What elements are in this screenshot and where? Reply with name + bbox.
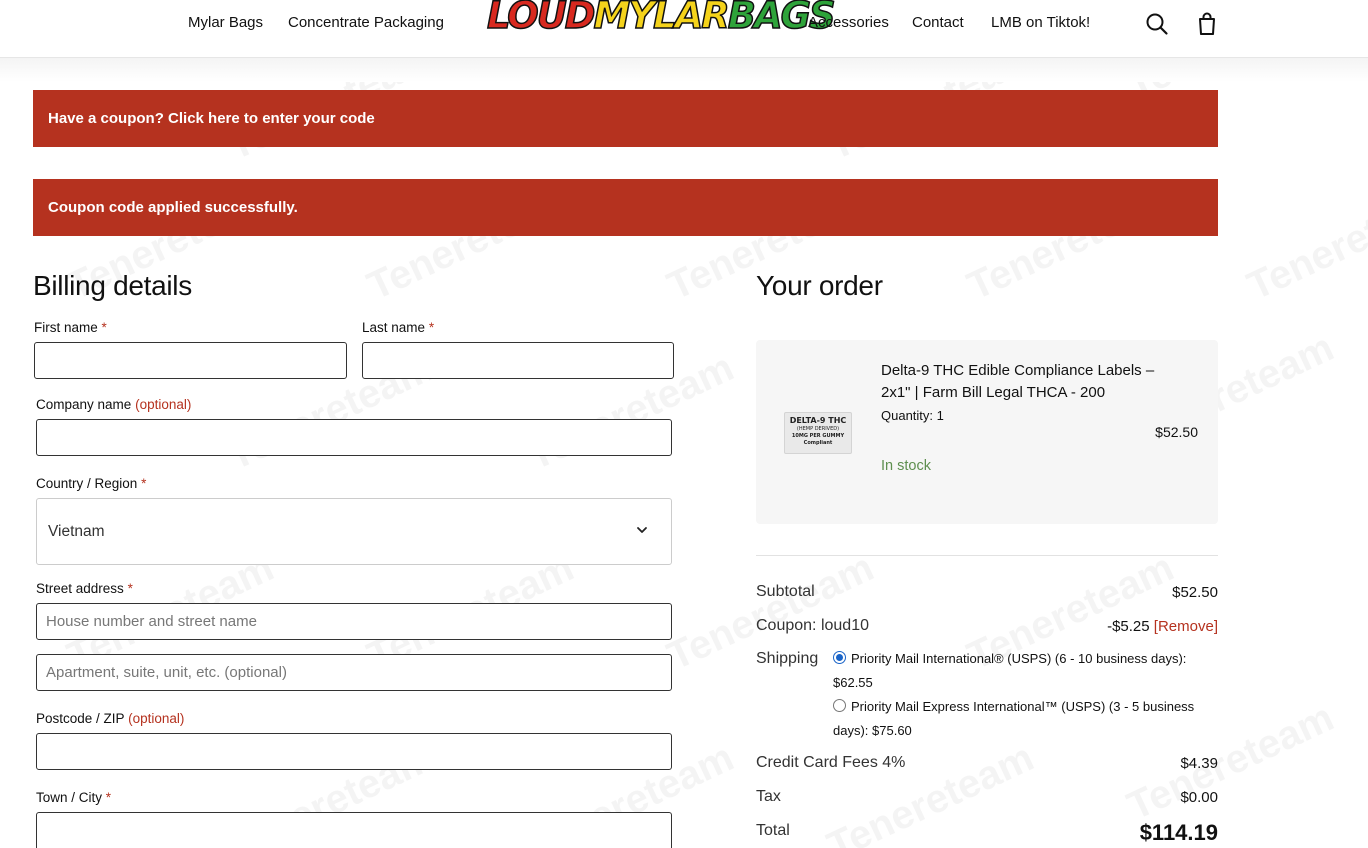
- header-shadow: [0, 58, 1368, 82]
- logo-part-loud: LOUD: [486, 0, 596, 38]
- subtotal-label: Subtotal: [756, 583, 815, 600]
- site-header: Mylar Bags Concentrate Packaging LOUDMYL…: [0, 0, 1368, 58]
- logo-part-mylar: MYLAR: [593, 0, 731, 38]
- country-label: Country / Region *: [36, 476, 147, 491]
- tax-label: Tax: [756, 788, 781, 805]
- required-mark: *: [101, 320, 107, 335]
- street-placeholder: House number and street name: [46, 613, 257, 630]
- postcode-input[interactable]: [36, 733, 672, 770]
- shipping-radio-priority[interactable]: [833, 651, 846, 664]
- site-logo[interactable]: LOUDMYLARBAGS: [486, 0, 836, 44]
- shipping-option-express-price: days): $75.60: [833, 723, 912, 738]
- country-select[interactable]: Vietnam: [36, 498, 672, 565]
- chevron-down-icon: [635, 523, 649, 537]
- nav-contact[interactable]: Contact: [912, 14, 964, 31]
- last-name-label: Last name *: [362, 320, 435, 335]
- watermark: Tenereteam: [1241, 175, 1368, 309]
- town-input[interactable]: [36, 812, 672, 848]
- fees-value: $4.39: [1180, 755, 1218, 772]
- postcode-label: Postcode / ZIP (optional): [36, 711, 185, 726]
- shipping-label: Shipping: [756, 650, 819, 667]
- product-stock-status: In stock: [881, 458, 931, 474]
- last-name-input[interactable]: [362, 342, 674, 379]
- product-title[interactable]: Delta-9 THC Edible Compliance Labels – 2…: [881, 360, 1181, 404]
- required-mark: *: [428, 320, 435, 335]
- nav-concentrate-packaging[interactable]: Concentrate Packaging: [288, 14, 444, 31]
- order-item-card: DELTA-9 THC (HEMP DERIVED) 10MG PER GUMM…: [756, 340, 1218, 524]
- product-thumbnail[interactable]: DELTA-9 THC (HEMP DERIVED) 10MG PER GUMM…: [784, 412, 852, 454]
- country-value: Vietnam: [48, 522, 105, 540]
- shipping-option-priority-price: $62.55: [833, 675, 873, 690]
- total-label: Total: [756, 822, 790, 839]
- thumb-line: Compliant: [803, 440, 833, 446]
- company-label: Company name (optional): [36, 397, 192, 412]
- product-price: $52.50: [1155, 424, 1198, 440]
- nav-accessories[interactable]: Accessories: [808, 14, 889, 31]
- shipping-option-express[interactable]: Priority Mail Express International™ (US…: [833, 695, 1208, 743]
- apartment-placeholder: Apartment, suite, unit, etc. (optional): [46, 664, 287, 681]
- cart-icon[interactable]: [1196, 12, 1220, 36]
- town-label: Town / City *: [36, 790, 112, 805]
- watermark: Tenereteam: [821, 735, 1041, 848]
- coupon-success-text: Coupon code applied successfully.: [48, 199, 298, 216]
- nav-lmb-tiktok[interactable]: LMB on Tiktok!: [991, 14, 1090, 31]
- street-label: Street address *: [36, 581, 133, 596]
- product-quantity: Quantity: 1: [881, 408, 944, 423]
- tax-value: $0.00: [1180, 789, 1218, 806]
- street-input[interactable]: House number and street name: [36, 603, 672, 640]
- coupon-prompt-notice[interactable]: Have a coupon? Click here to enter your …: [33, 90, 1218, 147]
- required-mark: *: [127, 581, 133, 596]
- required-mark: *: [105, 790, 112, 805]
- fees-label: Credit Card Fees 4%: [756, 754, 906, 771]
- required-mark: *: [141, 476, 147, 491]
- subtotal-value: $52.50: [1172, 584, 1218, 601]
- coupon-value-row: -$5.25 [Remove]: [1107, 618, 1218, 635]
- order-divider: [756, 555, 1218, 556]
- shipping-radio-express[interactable]: [833, 699, 846, 712]
- shipping-option-express-label: Priority Mail Express International™ (US…: [851, 699, 1195, 714]
- first-name-label: First name *: [34, 320, 107, 335]
- remove-coupon-link[interactable]: [Remove]: [1154, 618, 1218, 635]
- shipping-option-priority-label: Priority Mail International® (USPS) (6 -…: [851, 651, 1187, 666]
- first-name-input[interactable]: [34, 342, 347, 379]
- optional-mark: (optional): [128, 711, 185, 726]
- search-icon[interactable]: [1145, 12, 1169, 36]
- billing-heading: Billing details: [33, 270, 192, 301]
- nav-mylar-bags[interactable]: Mylar Bags: [188, 14, 263, 31]
- company-input[interactable]: [36, 419, 672, 456]
- apartment-input[interactable]: Apartment, suite, unit, etc. (optional): [36, 654, 672, 691]
- coupon-success-notice: Coupon code applied successfully.: [33, 179, 1218, 236]
- coupon-prompt-text[interactable]: Have a coupon? Click here to enter your …: [48, 110, 375, 127]
- shipping-option-priority[interactable]: Priority Mail International® (USPS) (6 -…: [833, 647, 1208, 695]
- optional-mark: (optional): [135, 397, 192, 412]
- thumb-line: DELTA-9 THC: [789, 416, 847, 425]
- thumb-line: 10MG PER GUMMY: [791, 433, 845, 439]
- thumb-line: (HEMP DERIVED): [796, 426, 840, 432]
- total-value: $114.19: [1139, 820, 1218, 845]
- coupon-label: Coupon: loud10: [756, 617, 869, 634]
- coupon-discount-value: -$5.25: [1107, 618, 1150, 635]
- order-heading: Your order: [756, 270, 883, 301]
